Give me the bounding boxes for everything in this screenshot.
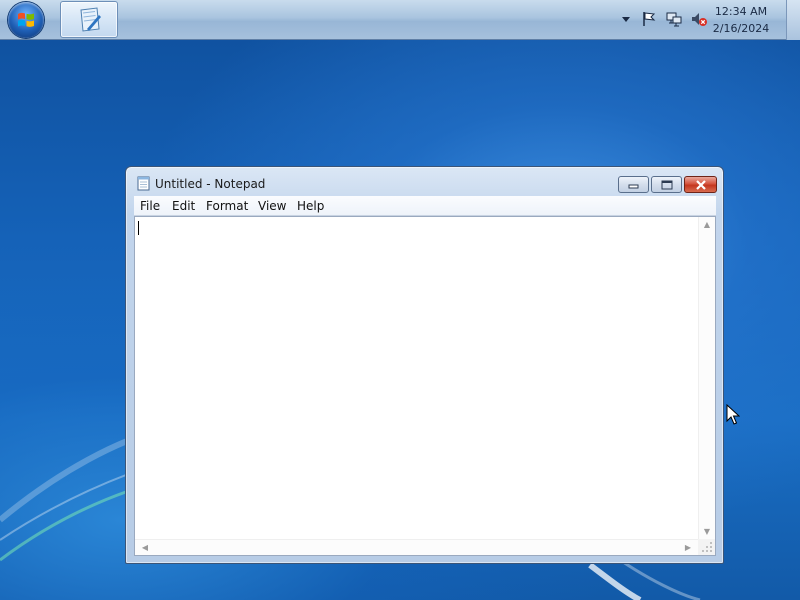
clock-date: 2/16/2024 (712, 22, 770, 35)
mouse-pointer-icon (726, 404, 740, 425)
action-center-flag-icon[interactable] (641, 11, 657, 27)
menu-format[interactable]: Format (206, 199, 248, 213)
window-title: Untitled - Notepad (155, 177, 266, 191)
vertical-scrollbar[interactable]: ▲ ▼ (698, 217, 715, 540)
resize-grip-icon (702, 542, 712, 552)
volume-muted-icon[interactable] (691, 11, 707, 27)
title-bar[interactable]: Untitled - Notepad (126, 167, 723, 195)
text-caret (138, 221, 139, 235)
taskbar-notepad-button[interactable] (60, 1, 118, 38)
scroll-left-arrow-icon[interactable]: ◀ (137, 540, 153, 556)
windows-logo-icon (18, 12, 34, 27)
system-clock[interactable]: 12:34 AM 2/16/2024 (706, 3, 776, 37)
scroll-up-arrow-icon[interactable]: ▲ (699, 217, 715, 233)
show-desktop-button[interactable] (786, 0, 800, 40)
menu-view[interactable]: View (258, 199, 286, 213)
network-icon[interactable] (666, 11, 682, 27)
size-grip[interactable] (698, 539, 715, 555)
system-tray: 12:34 AM 2/16/2024 (600, 0, 800, 40)
horizontal-scrollbar[interactable]: ◀ ▶ (135, 539, 698, 555)
minimize-icon (628, 184, 639, 189)
menu-bar: File Edit Format View Help (134, 196, 716, 216)
menu-edit[interactable]: Edit (172, 199, 195, 213)
maximize-icon (661, 180, 673, 190)
taskbar: 12:34 AM 2/16/2024 (0, 0, 800, 40)
close-icon (696, 180, 706, 190)
desktop: 12:34 AM 2/16/2024 Untitled - Notepad Fi… (0, 0, 800, 600)
clock-time: 12:34 AM (714, 5, 768, 18)
close-button[interactable] (684, 176, 717, 193)
notepad-window: Untitled - Notepad File Edit Format View… (125, 166, 724, 564)
start-button[interactable] (8, 2, 44, 38)
show-hidden-icons-icon[interactable] (618, 11, 634, 27)
minimize-button[interactable] (618, 176, 649, 193)
menu-file[interactable]: File (140, 199, 160, 213)
scroll-down-arrow-icon[interactable]: ▼ (699, 524, 715, 540)
menu-help[interactable]: Help (297, 199, 324, 213)
notepad-icon (137, 176, 150, 191)
maximize-button[interactable] (651, 176, 682, 193)
notepad-icon (80, 7, 101, 32)
scroll-right-arrow-icon[interactable]: ▶ (680, 540, 696, 556)
client-area: ▲ ▼ ◀ ▶ (134, 216, 716, 556)
text-editor[interactable] (135, 217, 698, 540)
